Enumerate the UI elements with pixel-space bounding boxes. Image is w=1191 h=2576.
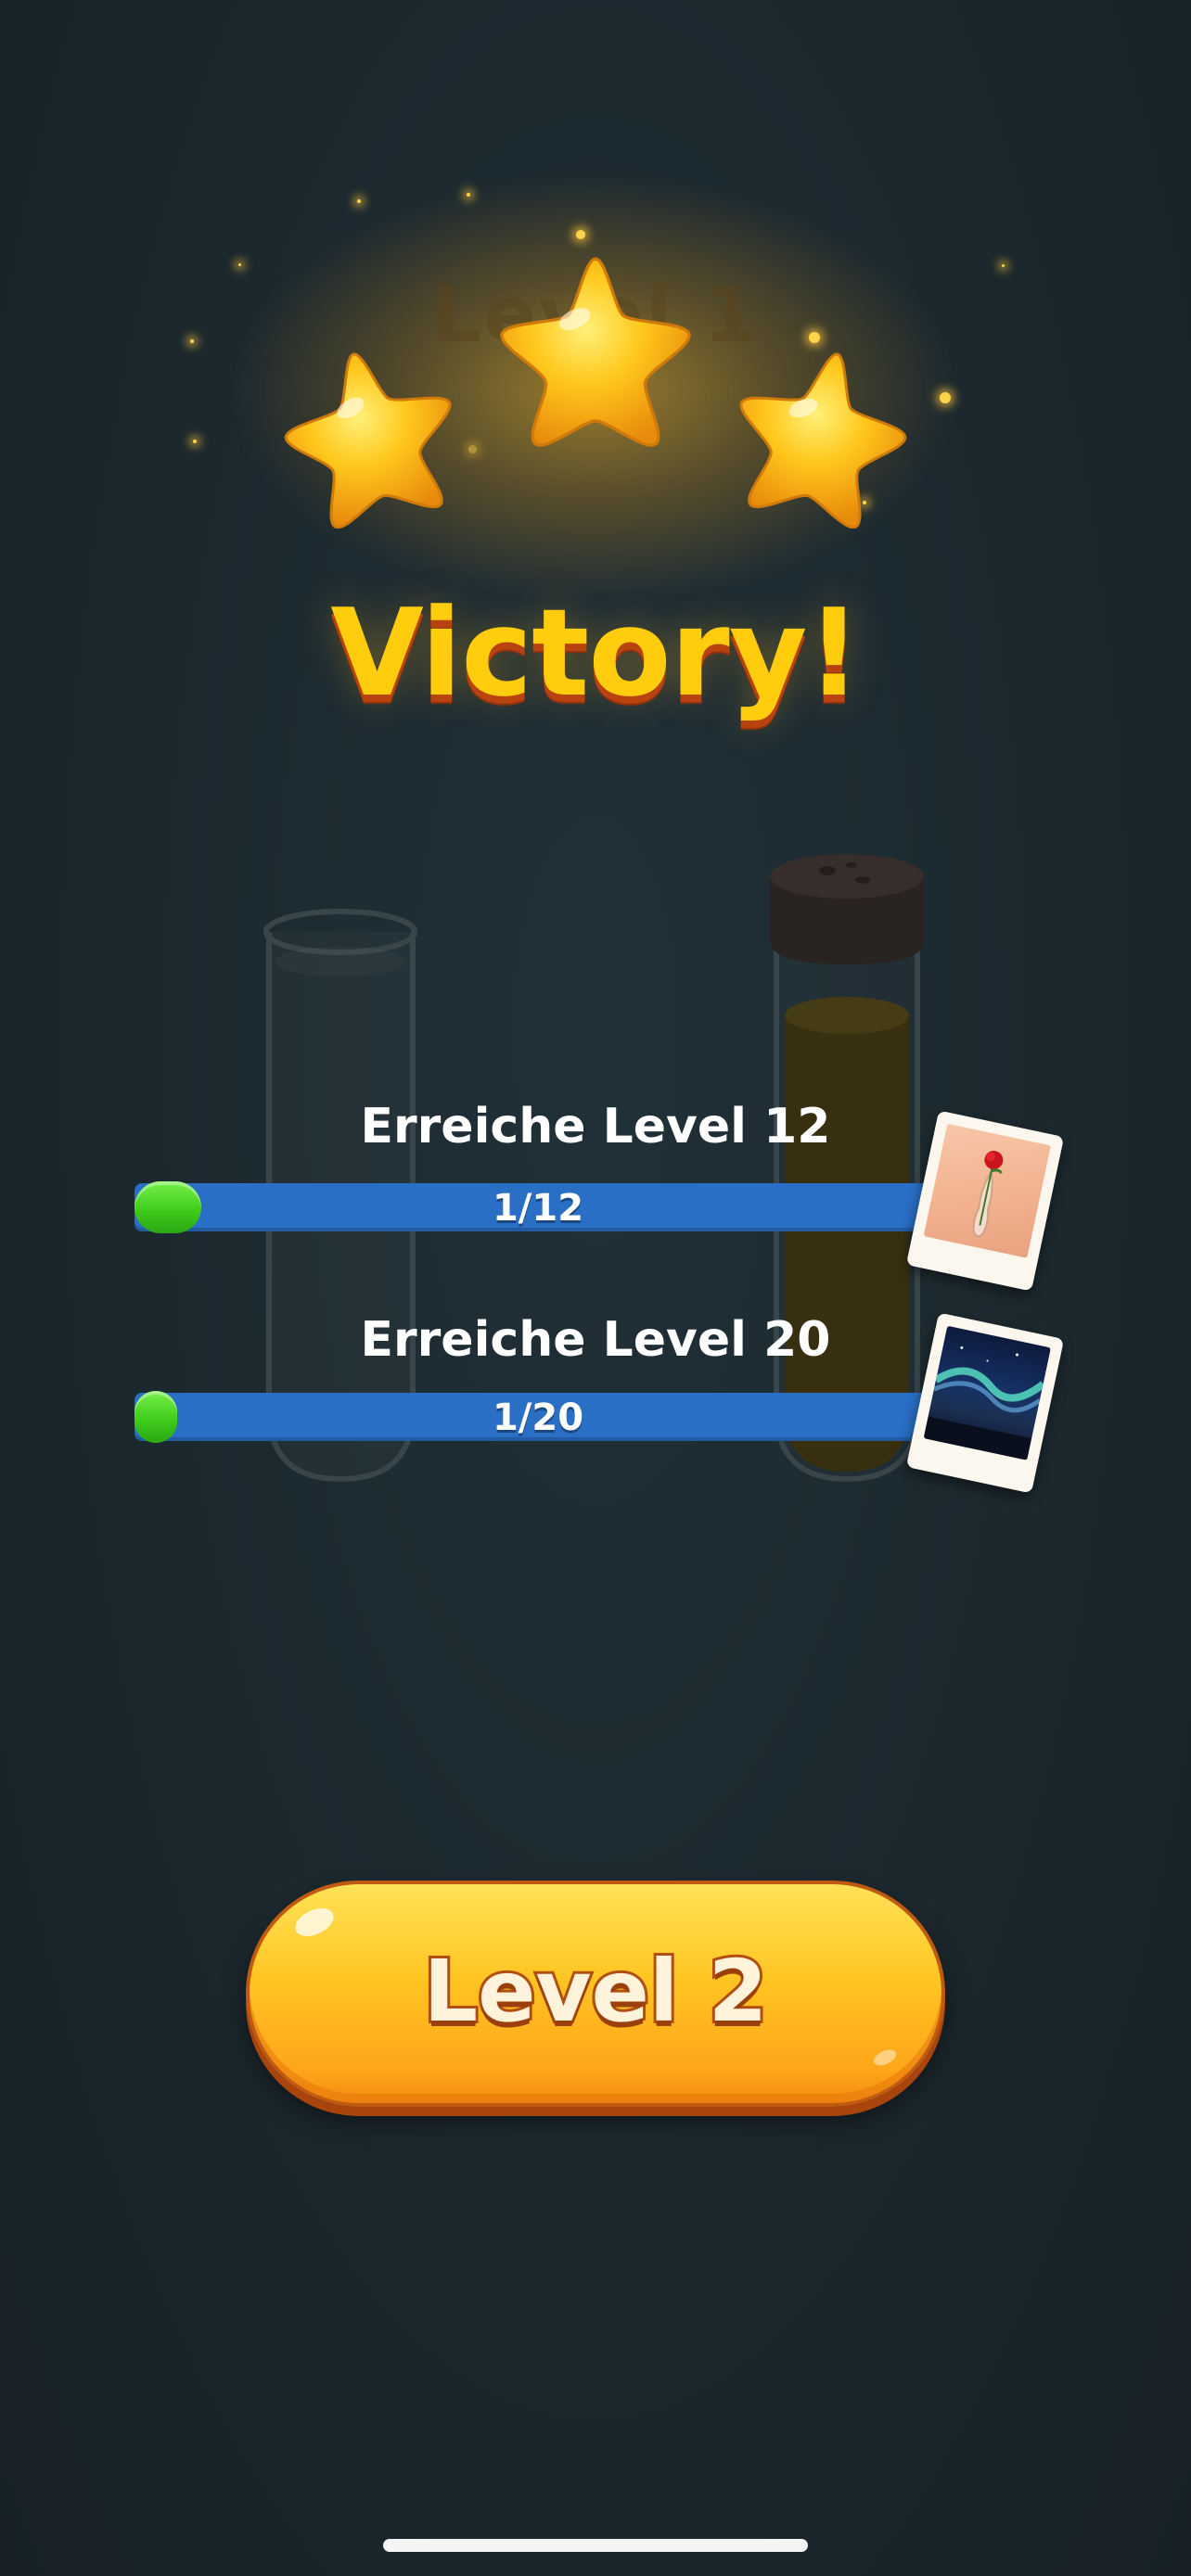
button-shine bbox=[290, 1902, 339, 1943]
sparkle bbox=[1002, 264, 1005, 267]
goal-progress-bar: 1/12 bbox=[134, 1181, 941, 1233]
next-level-button[interactable]: Level 2 bbox=[246, 1881, 945, 2107]
star-icon-center bbox=[500, 257, 691, 447]
goal-progress-bar: 1/20 bbox=[134, 1391, 941, 1443]
sparkle bbox=[576, 230, 585, 239]
sparkle bbox=[357, 199, 361, 203]
next-level-label: Level 2 bbox=[421, 1939, 771, 2044]
star-icon-left bbox=[284, 352, 452, 529]
sparkle bbox=[238, 263, 241, 266]
sparkle bbox=[467, 193, 470, 197]
button-shine bbox=[871, 2047, 899, 2069]
goal-progress-text: 1/12 bbox=[492, 1187, 584, 1230]
victory-title: Victory! bbox=[330, 582, 862, 723]
goal-progress-text: 1/20 bbox=[492, 1396, 584, 1439]
sparkle bbox=[193, 440, 197, 443]
sparkle bbox=[940, 392, 951, 403]
star-icon-right bbox=[739, 352, 907, 529]
sparkle bbox=[468, 445, 477, 453]
home-indicator[interactable] bbox=[383, 2539, 808, 2552]
